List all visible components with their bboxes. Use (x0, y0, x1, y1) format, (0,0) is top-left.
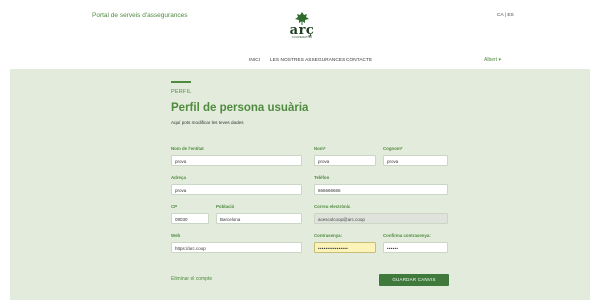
first-name-input[interactable]: prova (314, 155, 376, 166)
lang-separator: | (504, 13, 506, 18)
delete-account-link[interactable]: Eliminar el compte (171, 276, 212, 282)
language-switcher: CA | ES (497, 13, 514, 18)
city-input[interactable]: Barcelona (216, 213, 302, 224)
phone-label: Telèfon (314, 175, 330, 180)
portal-link[interactable]: Portal de serveis d'assegurances (92, 12, 188, 19)
logo[interactable]: arç COOPERATIVA (280, 11, 324, 49)
email-label: Correu electrònic (314, 204, 351, 209)
last-name-label: Cognom* (383, 146, 403, 151)
entity-name-input[interactable]: prova (171, 155, 302, 166)
entity-name-label: Nom de l'entitat (171, 146, 204, 151)
email-input: acescolcoop@arc.coop (314, 213, 448, 224)
lang-ca[interactable]: CA (497, 13, 503, 18)
password-label: Contrasenya: (314, 233, 343, 238)
web-input[interactable]: https://arc.coop (171, 242, 302, 253)
city-label: Població (216, 204, 235, 209)
nav-inici[interactable]: INICI (249, 57, 260, 62)
lang-es[interactable]: ES (507, 13, 513, 18)
profile-section: PERFIL Perfil de persona usuària Aquí po… (10, 69, 590, 300)
first-name-label: Nom* (314, 146, 326, 151)
nav-assegurances[interactable]: LES NOSTRES ASSEGURANCES (270, 57, 345, 62)
section-label: PERFIL (171, 89, 192, 95)
last-name-input[interactable]: prova (383, 155, 448, 166)
password-input[interactable]: •••••••••••••••• (314, 242, 376, 253)
title-accent (171, 81, 191, 83)
postal-code-input[interactable]: 08030 (171, 213, 209, 224)
web-label: Web (171, 233, 181, 238)
logo-subtext: COOPERATIVA (291, 36, 313, 39)
user-menu[interactable]: Albert ▾ (484, 57, 501, 63)
address-label: Adreça (171, 175, 186, 180)
save-button[interactable]: GUARDAR CANVIS (379, 274, 449, 286)
confirm-password-label: Confirma contrasenya: (383, 233, 431, 238)
main-nav: INICI LES NOSTRES ASSEGURANCES CONTACTE (0, 57, 600, 67)
site-header: Portal de serveis d'assegurances CA | ES… (0, 0, 600, 68)
confirm-password-input[interactable]: •••••• (383, 242, 448, 253)
postal-code-label: CP (171, 204, 178, 209)
page-title: Perfil de persona usuària (171, 102, 309, 114)
address-input[interactable]: prova (171, 184, 302, 195)
page-subtitle: Aquí pots modificar les teves dades (171, 120, 244, 125)
nav-contacte[interactable]: CONTACTE (346, 57, 372, 62)
phone-input[interactable]: 666666666 (314, 184, 448, 195)
logo-text: arç (289, 23, 315, 38)
